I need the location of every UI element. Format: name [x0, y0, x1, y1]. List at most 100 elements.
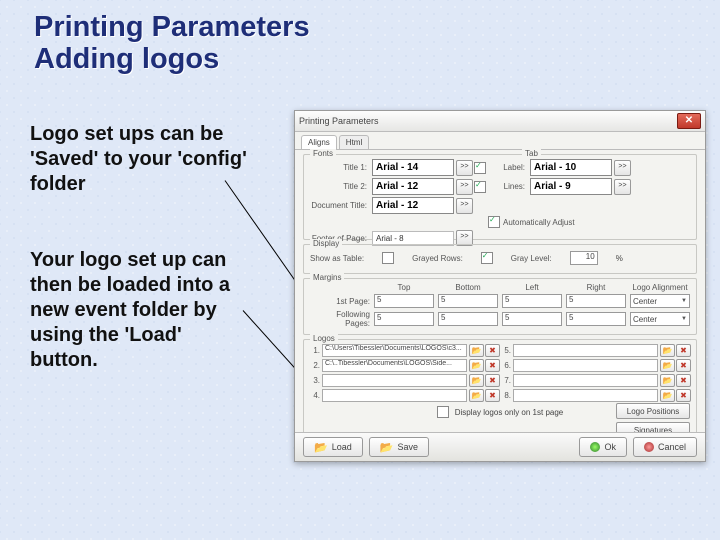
- tab-label-font-button[interactable]: >>: [614, 160, 631, 176]
- margins-group-title: Margins: [310, 273, 344, 282]
- chevron-down-icon: ▼: [681, 316, 687, 322]
- title-line2: Adding logos: [34, 43, 219, 75]
- following-right[interactable]: 5: [566, 312, 626, 326]
- tab-label-font-field[interactable]: Arial - 10: [530, 159, 612, 176]
- first-bottom[interactable]: 5: [438, 294, 498, 308]
- col-right: Right: [566, 283, 626, 292]
- logo-num-7: 7.: [501, 376, 511, 385]
- logo-delete-4[interactable]: ✖: [485, 389, 500, 402]
- logo-path-4[interactable]: [322, 389, 467, 402]
- display-group-title: Display: [310, 239, 342, 248]
- logo-path-5[interactable]: [513, 344, 658, 357]
- title1-checkbox[interactable]: [474, 162, 486, 174]
- logo-num-6: 6.: [501, 361, 511, 370]
- logo-delete-2[interactable]: ✖: [485, 359, 500, 372]
- tab-aligns[interactable]: Aligns: [301, 135, 337, 149]
- following-align-select[interactable]: Center▼: [630, 312, 690, 326]
- logo-path-7[interactable]: [513, 374, 658, 387]
- title2-font-button[interactable]: >>: [456, 179, 473, 195]
- dialog-title: Printing Parameters: [299, 116, 379, 126]
- load-button[interactable]: 📂 Load: [303, 437, 363, 457]
- tab-html[interactable]: Html: [339, 135, 369, 149]
- auto-adjust-label: Automatically Adjust: [503, 218, 575, 227]
- tab-subgroup-title: Tab: [522, 149, 541, 158]
- gray-level-pct: %: [616, 254, 623, 263]
- doctitle-font-field[interactable]: Arial - 12: [372, 197, 454, 214]
- slide-title: Printing Parameters Adding logos: [34, 12, 310, 76]
- logos-group: Logos 1. C:\Users\Tibessler\Documents\LO…: [303, 339, 697, 443]
- logo-browse-4[interactable]: 📂: [469, 389, 484, 402]
- first-page-only-checkbox[interactable]: [437, 406, 449, 418]
- logo-path-1[interactable]: C:\Users\Tibessler\Documents\LOGOS\c3...: [322, 344, 467, 357]
- logo-path-3[interactable]: [322, 374, 467, 387]
- chevron-down-icon: ▼: [681, 298, 687, 304]
- logo-delete-3[interactable]: ✖: [485, 374, 500, 387]
- logo-delete-5[interactable]: ✖: [676, 344, 691, 357]
- logo-delete-1[interactable]: ✖: [485, 344, 500, 357]
- printing-parameters-dialog: Printing Parameters ✕ Aligns Html Fonts …: [294, 110, 706, 462]
- title2-font-field[interactable]: Arial - 12: [372, 178, 454, 195]
- logo-browse-8[interactable]: 📂: [660, 389, 675, 402]
- logo-num-3: 3.: [310, 376, 320, 385]
- gray-level-label: Gray Level:: [511, 254, 552, 263]
- ok-button[interactable]: Ok: [579, 437, 627, 457]
- close-icon[interactable]: ✕: [677, 113, 701, 129]
- fonts-group: Fonts Tab Title 1: Arial - 14 >> Label: …: [303, 154, 697, 240]
- logos-group-title: Logos: [310, 334, 338, 343]
- following-bottom[interactable]: 5: [438, 312, 498, 326]
- tab-label-label: Label:: [488, 163, 528, 172]
- logo-num-4: 4.: [310, 391, 320, 400]
- save-button[interactable]: 📂 Save: [369, 437, 429, 457]
- show-as-table-label: Show as Table:: [310, 254, 364, 263]
- logo-num-8: 8.: [501, 391, 511, 400]
- logo-path-6[interactable]: [513, 359, 658, 372]
- logo-path-2[interactable]: C:\..Tibessler\Documents\LOGOS\Side...: [322, 359, 467, 372]
- margins-group: Margins Top Bottom Left Right Logo Align…: [303, 278, 697, 335]
- show-as-table-checkbox[interactable]: [382, 252, 394, 264]
- following-left[interactable]: 5: [502, 312, 562, 326]
- title2-label: Title 2:: [310, 182, 370, 191]
- following-top[interactable]: 5: [374, 312, 434, 326]
- logo-positions-button[interactable]: Logo Positions: [616, 403, 690, 419]
- logo-num-1: 1.: [310, 346, 320, 355]
- title1-font-button[interactable]: >>: [456, 160, 473, 176]
- doctitle-font-button[interactable]: >>: [456, 198, 473, 214]
- logo-browse-3[interactable]: 📂: [469, 374, 484, 387]
- tab-lines-font-field[interactable]: Arial - 9: [530, 178, 612, 195]
- load-icon: 📂: [314, 441, 328, 454]
- dialog-tabs: Aligns Html: [295, 132, 705, 150]
- logo-delete-8[interactable]: ✖: [676, 389, 691, 402]
- logo-browse-7[interactable]: 📂: [660, 374, 675, 387]
- title2-checkbox[interactable]: [474, 181, 486, 193]
- first-left[interactable]: 5: [502, 294, 562, 308]
- gray-level-field[interactable]: 10: [570, 251, 598, 265]
- first-right[interactable]: 5: [566, 294, 626, 308]
- title1-font-field[interactable]: Arial - 14: [372, 159, 454, 176]
- cancel-icon: [644, 442, 654, 452]
- logo-num-2: 2.: [310, 361, 320, 370]
- title1-label: Title 1:: [310, 163, 370, 172]
- fonts-group-title: Fonts: [310, 149, 336, 158]
- tab-lines-label: Lines:: [488, 182, 528, 191]
- logo-delete-6[interactable]: ✖: [676, 359, 691, 372]
- logo-browse-1[interactable]: 📂: [469, 344, 484, 357]
- logo-browse-5[interactable]: 📂: [660, 344, 675, 357]
- logo-path-8[interactable]: [513, 389, 658, 402]
- logo-browse-2[interactable]: 📂: [469, 359, 484, 372]
- tab-lines-font-button[interactable]: >>: [614, 179, 631, 195]
- logo-num-5: 5.: [501, 346, 511, 355]
- following-pages-label: Following Pages:: [310, 310, 370, 328]
- logo-browse-6[interactable]: 📂: [660, 359, 675, 372]
- save-icon: 📂: [380, 441, 394, 454]
- slide-paragraph-2: Your logo set up can then be loaded into…: [30, 248, 250, 373]
- title-line1: Printing Parameters: [34, 11, 310, 43]
- auto-adjust-checkbox[interactable]: [488, 216, 500, 228]
- first-align-select[interactable]: Center▼: [630, 294, 690, 308]
- cancel-button[interactable]: Cancel: [633, 437, 697, 457]
- first-top[interactable]: 5: [374, 294, 434, 308]
- logo-delete-7[interactable]: ✖: [676, 374, 691, 387]
- grayed-rows-checkbox[interactable]: [481, 252, 493, 264]
- dialog-titlebar: Printing Parameters ✕: [295, 111, 705, 132]
- doctitle-label: Document Title:: [310, 201, 370, 210]
- col-bottom: Bottom: [438, 283, 498, 292]
